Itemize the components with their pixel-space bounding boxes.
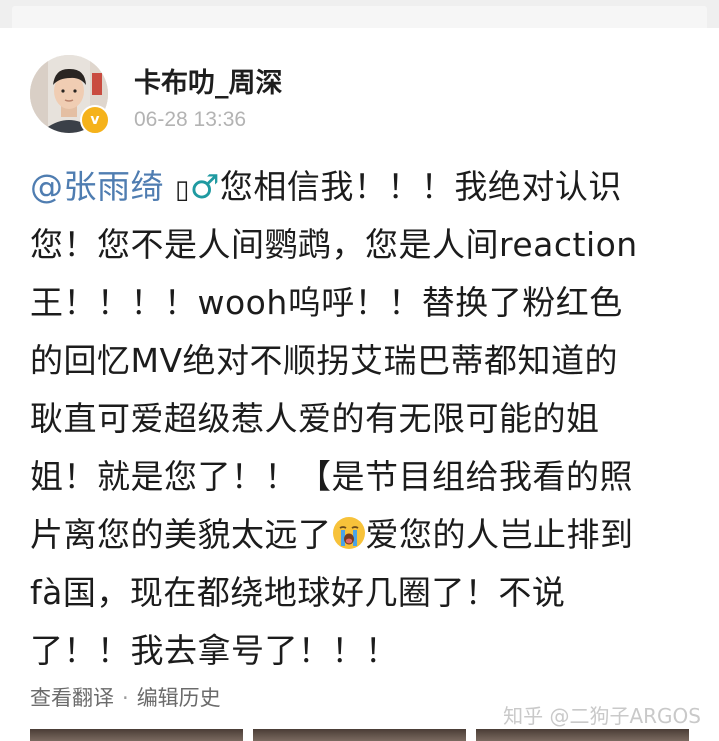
view-translation-link[interactable]: 查看翻译 bbox=[30, 686, 114, 710]
previous-card-bottom bbox=[12, 6, 707, 28]
male-symbol-icon: ♂ bbox=[189, 167, 220, 206]
post-line-1-text: 您相信我！！！我绝对认识 bbox=[219, 167, 622, 206]
watermark: 知乎 @二狗子ARGOS bbox=[503, 704, 701, 728]
post-line-3: 王！！！！wooh呜呼！！替换了粉红色 bbox=[30, 283, 623, 322]
image-thumbnail[interactable] bbox=[253, 729, 466, 741]
image-thumbnail[interactable] bbox=[476, 729, 689, 741]
post-line-6: 姐！就是您了！！【是节目组给我看的照 bbox=[30, 457, 633, 496]
post-line-4: 的回忆MV绝对不顺拐艾瑞巴蒂都知道的 bbox=[30, 341, 619, 380]
post-line-7: 片离您的美貌太远了 爱您的人岂止排到 bbox=[30, 506, 700, 564]
edit-history-link[interactable]: 编辑历史 bbox=[137, 686, 221, 710]
verified-badge-icon: v bbox=[80, 105, 110, 135]
post-text: @张雨绮 ▯♂您相信我！！！我绝对认识 您！您不是人间鹦鹉，您是人间reacti… bbox=[30, 158, 700, 680]
footer-separator: · bbox=[122, 686, 129, 710]
author-avatar-wrap[interactable]: v bbox=[30, 55, 110, 135]
post-line-7-before: 片离您的美貌太远了 bbox=[30, 515, 332, 554]
post-line-8: fà国，现在都绕地球好几圈了！不说 bbox=[30, 573, 566, 612]
post-footer-links: 查看翻译 · 编辑历史 bbox=[30, 682, 221, 712]
post-line-1: @张雨绮 ▯♂您相信我！！！我绝对认识 bbox=[30, 158, 700, 216]
screenshot-page: v 卡布叻_周深 06-28 13:36 @张雨绮 ▯♂您相信我！！！我绝对认识… bbox=[0, 0, 719, 741]
post-line-2: 您！您不是人间鹦鹉，您是人间reaction bbox=[30, 225, 638, 264]
post-line-9: 了！！我去拿号了！！！ bbox=[30, 631, 399, 670]
weibo-post-card: v 卡布叻_周深 06-28 13:36 @张雨绮 ▯♂您相信我！！！我绝对认识… bbox=[0, 28, 719, 741]
author-name[interactable]: 卡布叻_周深 bbox=[134, 61, 283, 100]
image-thumbnail[interactable] bbox=[30, 729, 243, 741]
post-line-7-after: 爱您的人岂止排到 bbox=[365, 515, 634, 554]
image-thumbnail-strip bbox=[30, 729, 689, 741]
post-line-5: 耿直可爱超级惹人爱的有无限可能的姐 bbox=[30, 399, 600, 438]
crying-face-icon bbox=[332, 517, 365, 549]
mention-link[interactable]: @张雨绮 bbox=[30, 167, 164, 206]
previous-card-edge bbox=[0, 0, 719, 28]
post-timestamp: 06-28 13:36 bbox=[134, 108, 247, 131]
missing-glyph-icon: ▯ bbox=[175, 175, 190, 205]
